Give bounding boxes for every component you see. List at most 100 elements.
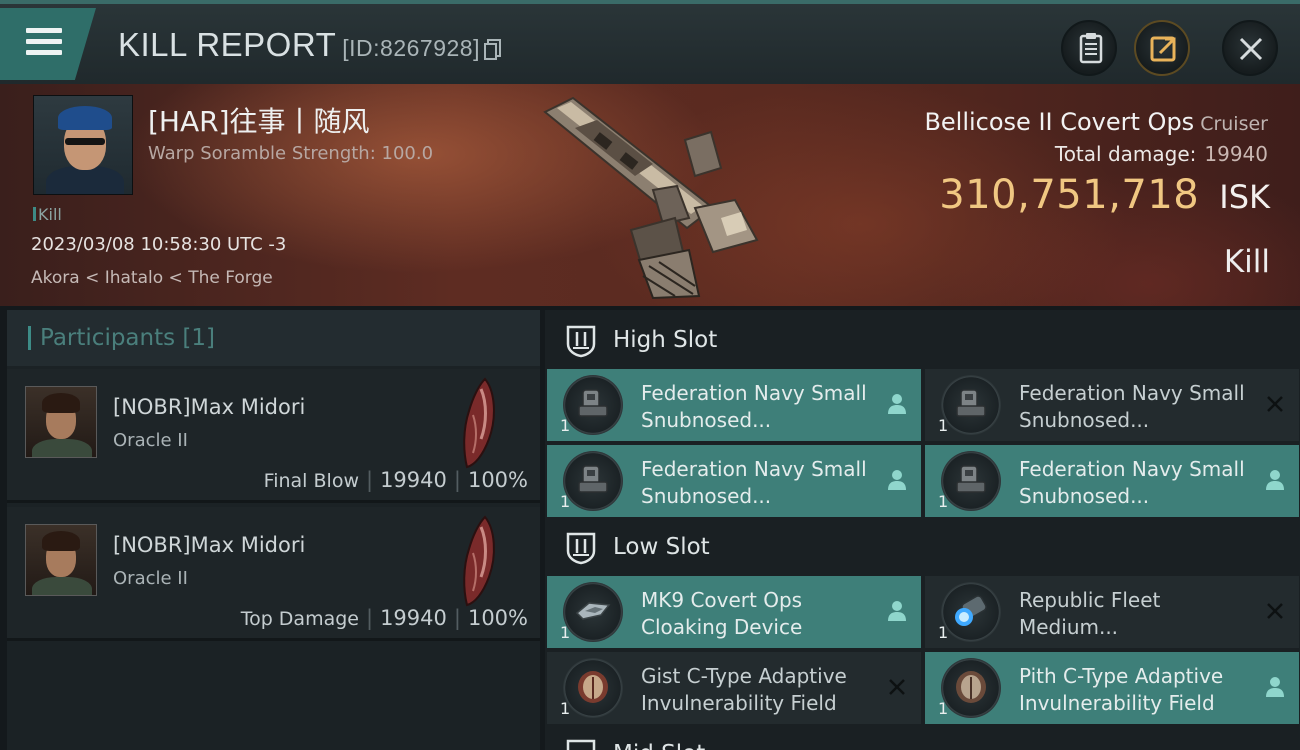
victim-banner: [HAR]往事丨随风 Warp Soramble Strength: 100.0… bbox=[0, 84, 1300, 306]
clipboard-icon bbox=[1079, 33, 1103, 64]
participant-name: [NOBR]Max Midori bbox=[113, 533, 306, 557]
pilot-icon bbox=[888, 601, 906, 621]
isk-value-row: 310,751,718 ISK bbox=[939, 172, 1270, 218]
pilot-icon bbox=[888, 470, 906, 490]
participant-ship-icon[interactable] bbox=[455, 515, 499, 607]
menu-line-icon bbox=[26, 50, 62, 55]
warp-scramble-strength: Warp Soramble Strength: 100.0 bbox=[148, 143, 434, 164]
victim-avatar[interactable] bbox=[33, 95, 133, 195]
victim-ship-name[interactable]: Bellicose II Covert Ops Cruiser bbox=[924, 108, 1268, 136]
module-name: Federation Navy Small Snubnosed... bbox=[1019, 381, 1245, 432]
module-quantity: 1 bbox=[938, 623, 949, 642]
menu-line-icon bbox=[26, 39, 62, 44]
participant-ship-icon[interactable] bbox=[455, 377, 499, 469]
page-title-text: KILL REPORT bbox=[118, 26, 337, 63]
pilot-icon bbox=[888, 394, 906, 414]
copy-id-icon[interactable] bbox=[483, 39, 501, 60]
module-item[interactable]: 1 Pith C-Type Adaptive Invulnerability F… bbox=[925, 652, 1299, 724]
victim-name[interactable]: [HAR]往事丨随风 bbox=[148, 100, 370, 140]
kill-result-label: Kill bbox=[1223, 244, 1270, 280]
participant-stats: Final Blow | 19940 | 100% bbox=[263, 468, 528, 492]
isk-value: 310,751,718 bbox=[939, 172, 1200, 218]
module-name: Pith C-Type Adaptive Invulnerability Fie… bbox=[1019, 664, 1224, 715]
low-slot-label: Low Slot bbox=[613, 534, 710, 560]
participants-panel: Participants [1] [NOBR]Max Midori Oracle… bbox=[7, 310, 540, 750]
module-quantity: 1 bbox=[938, 416, 949, 435]
total-damage-value: 19940 bbox=[1204, 142, 1268, 166]
turret-icon bbox=[578, 465, 608, 493]
share-button[interactable] bbox=[1134, 20, 1190, 76]
shield-field-icon bbox=[956, 671, 986, 703]
isk-unit: ISK bbox=[1219, 178, 1270, 216]
module-item[interactable]: 1 Gist C-Type Adaptive Invulnerability F… bbox=[547, 652, 921, 724]
kill-location[interactable]: Akora < Ihatalo < The Forge bbox=[31, 268, 273, 288]
participant-avatar[interactable] bbox=[25, 524, 97, 596]
mid-slot-label: Mid Slot bbox=[613, 741, 705, 750]
module-quantity: 1 bbox=[560, 416, 571, 435]
participant-avatar[interactable] bbox=[25, 386, 97, 458]
close-x-icon bbox=[1267, 396, 1283, 412]
module-name: Federation Navy Small Snubnosed... bbox=[1019, 457, 1245, 508]
module-quantity: 1 bbox=[938, 699, 949, 718]
close-x-icon bbox=[889, 679, 905, 695]
energy-module-icon bbox=[955, 595, 987, 626]
module-quantity: 1 bbox=[560, 492, 571, 511]
module-quantity: 1 bbox=[938, 492, 949, 511]
module-item[interactable]: 1 Republic Fleet Medium... bbox=[925, 576, 1299, 648]
high-slot-icon bbox=[566, 325, 596, 358]
participant-stats: Top Damage | 19940 | 100% bbox=[240, 606, 528, 630]
participant-ship: Oracle II bbox=[113, 568, 188, 589]
kill-count: Kill bbox=[33, 205, 62, 224]
cloaking-device-icon bbox=[575, 602, 611, 620]
module-quantity: 1 bbox=[560, 699, 571, 718]
turret-icon bbox=[578, 389, 608, 417]
close-button[interactable] bbox=[1222, 20, 1278, 76]
module-item[interactable]: 1 Federation Navy Small Snubnosed... bbox=[925, 369, 1299, 441]
participant-row[interactable]: [NOBR]Max Midori Oracle II Top Damage | 19… bbox=[7, 507, 540, 641]
clipboard-button[interactable] bbox=[1061, 20, 1117, 76]
mid-slot-icon bbox=[566, 739, 596, 750]
high-slot-header: High Slot bbox=[545, 314, 1300, 370]
page-title: KILL REPORT [ID:8267928] bbox=[118, 26, 501, 64]
participants-header[interactable]: Participants [1] bbox=[7, 310, 540, 366]
module-item[interactable]: 1 Federation Navy Small Snubnosed... bbox=[925, 445, 1299, 517]
turret-icon bbox=[956, 389, 986, 417]
kill-datetime: 2023/03/08 10:58:30 UTC -3 bbox=[31, 234, 287, 255]
participant-role: Final Blow bbox=[263, 470, 359, 492]
participant-damage: 19940 bbox=[380, 468, 447, 492]
module-item[interactable]: 1 Federation Navy Small Snubnosed... bbox=[547, 369, 921, 441]
ship-class: Cruiser bbox=[1200, 113, 1268, 135]
participant-damage: 19940 bbox=[380, 606, 447, 630]
participants-title: Participants [1] bbox=[40, 325, 215, 351]
kill-count-label: Kill bbox=[38, 205, 62, 224]
module-item[interactable]: 1 Federation Navy Small Snubnosed... bbox=[547, 445, 921, 517]
participant-percent: 100% bbox=[467, 468, 528, 492]
participant-name: [NOBR]Max Midori bbox=[113, 395, 306, 419]
total-damage-label: Total damage: bbox=[1054, 142, 1197, 166]
report-id: [ID:8267928] bbox=[342, 35, 480, 61]
ship-name: Bellicose II Covert Ops bbox=[924, 108, 1195, 136]
pilot-icon bbox=[1266, 677, 1284, 697]
share-icon bbox=[1150, 36, 1176, 62]
participant-percent: 100% bbox=[467, 606, 528, 630]
module-name: Federation Navy Small Snubnosed... bbox=[641, 381, 867, 432]
module-item[interactable]: 1 MK9 Covert Ops Cloaking Device bbox=[547, 576, 921, 648]
victim-ship-render[interactable] bbox=[535, 90, 775, 300]
close-x-icon bbox=[1267, 603, 1283, 619]
kill-bar-icon bbox=[33, 207, 36, 221]
high-slot-label: High Slot bbox=[613, 327, 718, 353]
title-bar: KILL REPORT [ID:8267928] bbox=[0, 0, 1300, 84]
low-slot-icon bbox=[566, 532, 596, 565]
close-icon bbox=[1239, 37, 1263, 61]
participant-row[interactable]: [NOBR]Max Midori Oracle II Final Blow | 19… bbox=[7, 369, 540, 503]
menu-button[interactable] bbox=[0, 8, 96, 80]
shield-field-icon bbox=[578, 671, 608, 703]
participant-role: Top Damage bbox=[240, 608, 359, 630]
module-name: Gist C-Type Adaptive Invulnerability Fie… bbox=[641, 664, 847, 715]
participant-ship: Oracle II bbox=[113, 430, 188, 451]
module-name: Republic Fleet Medium... bbox=[1019, 588, 1161, 639]
mid-slot-header: Mid Slot bbox=[545, 728, 1300, 750]
turret-icon bbox=[956, 465, 986, 493]
module-quantity: 1 bbox=[560, 623, 571, 642]
module-name: Federation Navy Small Snubnosed... bbox=[641, 457, 867, 508]
